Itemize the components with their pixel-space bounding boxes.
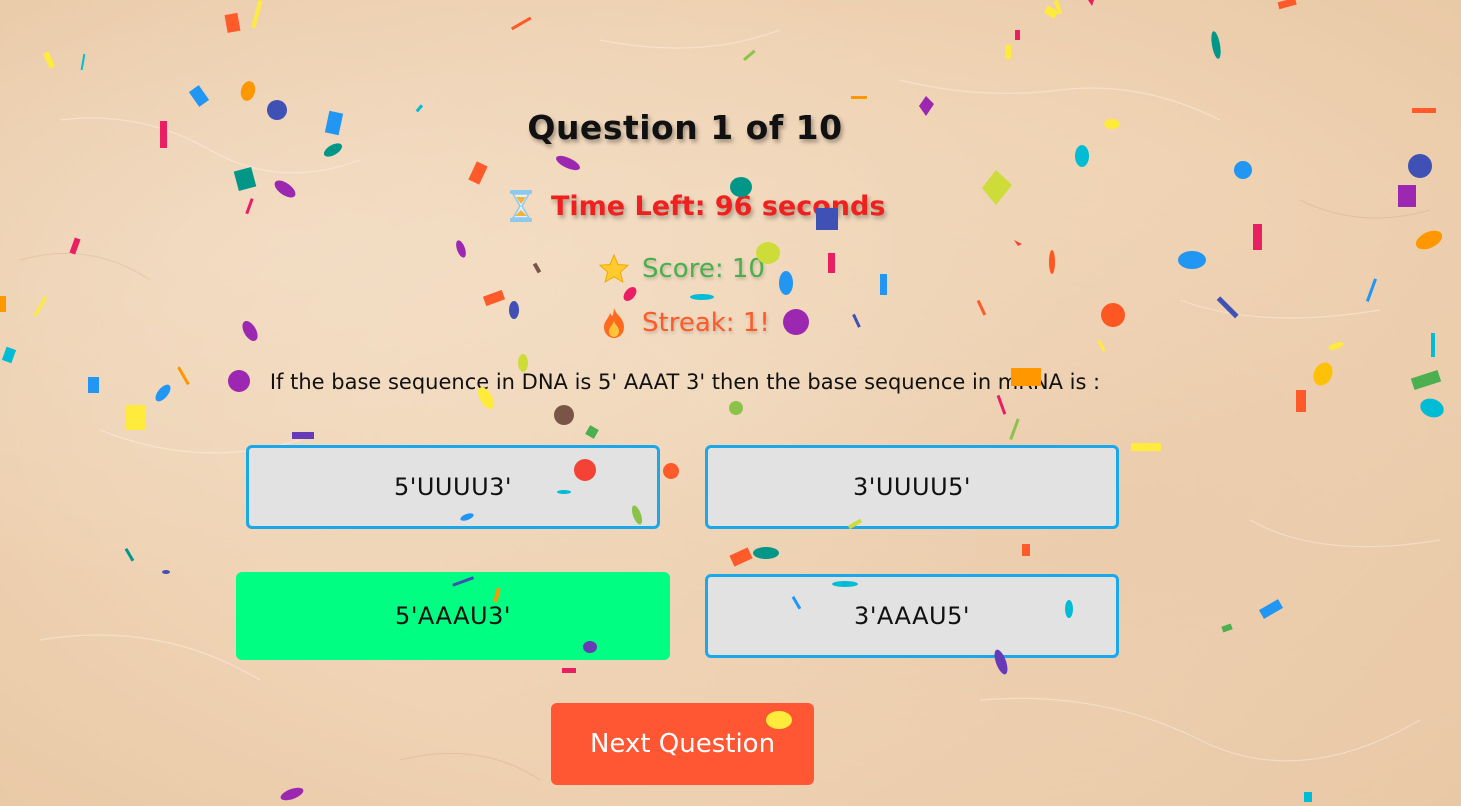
hourglass-icon [505, 190, 537, 222]
streak-text: Streak: 1! [642, 308, 770, 338]
option-c[interactable]: 5'AAAU3' [236, 572, 670, 660]
option-a[interactable]: 5'UUUU3' [246, 445, 660, 529]
timer-text: Time Left: 96 seconds [551, 190, 886, 222]
question-text: If the base sequence in DNA is 5' AAAT 3… [269, 370, 1101, 394]
fire-icon [598, 307, 630, 339]
star-icon [598, 253, 630, 285]
quiz-container: Question 1 of 10 Time Left: 96 seconds S… [0, 0, 1461, 806]
option-d[interactable]: 3'AAAU5' [705, 574, 1119, 658]
score: Score: 10 [598, 253, 765, 285]
option-b[interactable]: 3'UUUU5' [705, 445, 1119, 529]
streak: Streak: 1! [598, 307, 770, 339]
next-question-button[interactable]: Next Question [551, 703, 814, 785]
timer: Time Left: 96 seconds [505, 190, 885, 222]
question-counter: Question 1 of 10 [527, 108, 843, 147]
score-text: Score: 10 [642, 254, 765, 284]
